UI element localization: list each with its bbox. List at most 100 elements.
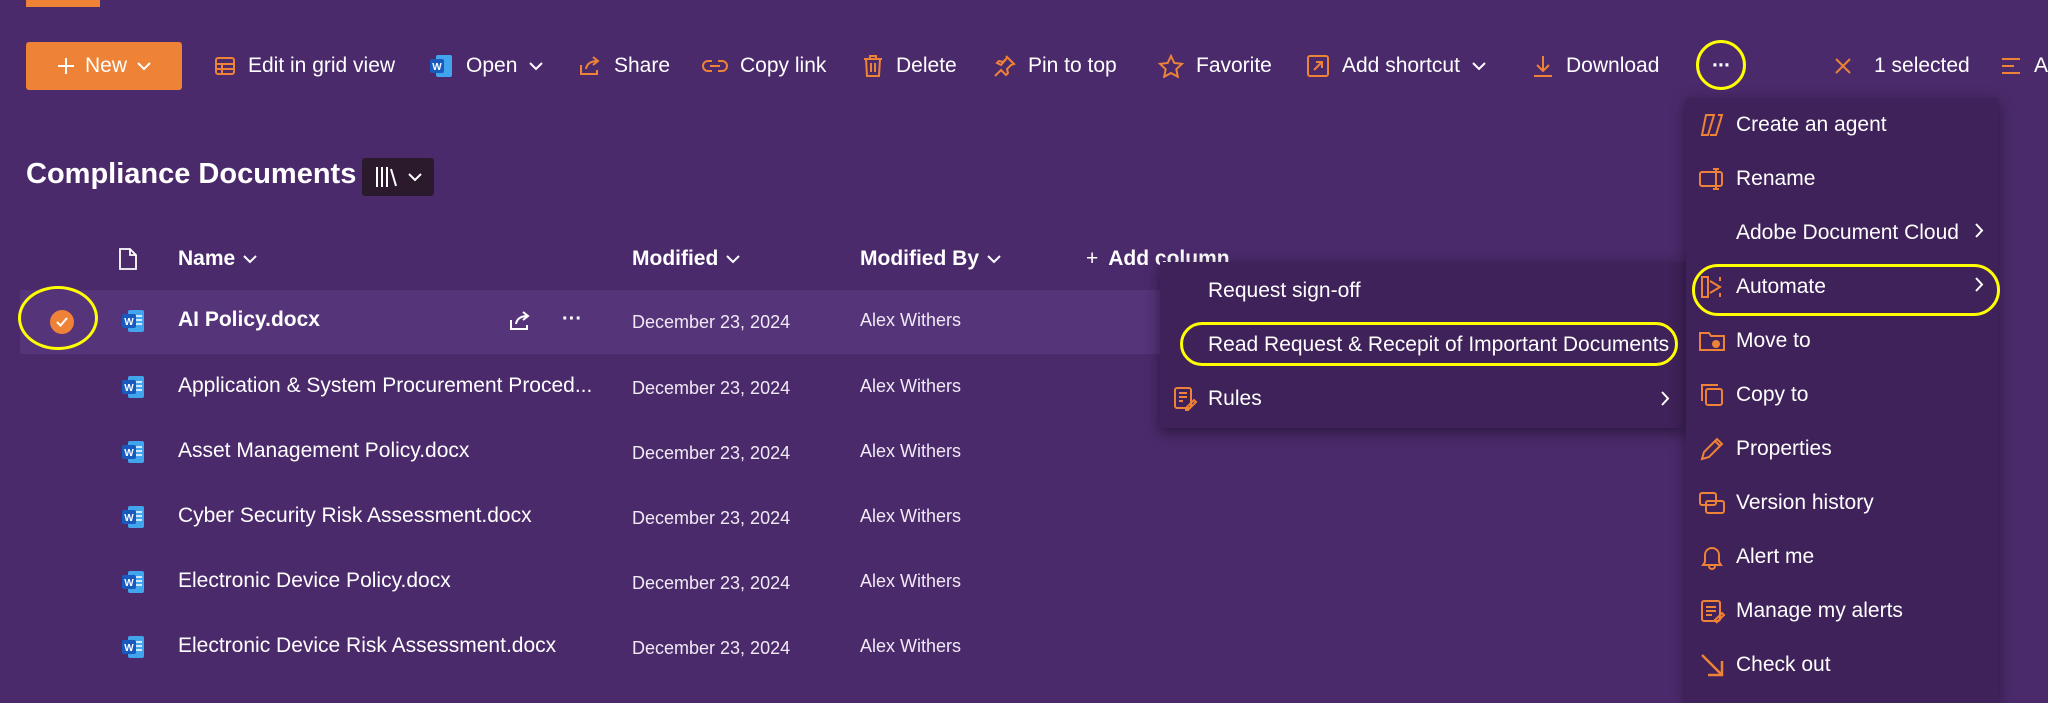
menu-item-check-out[interactable]: Check out <box>1686 638 1998 692</box>
modified-by-column-header[interactable]: Modified By <box>860 244 1001 274</box>
svg-text:W: W <box>124 317 134 328</box>
menu-item-manage-alerts[interactable]: Manage my alerts <box>1686 584 1998 638</box>
link-icon <box>702 60 728 72</box>
command-bar: New Edit in grid view W Open Share Copy … <box>0 38 2048 94</box>
close-icon <box>1835 58 1851 74</box>
file-type-header[interactable] <box>118 244 138 274</box>
modified-date: December 23, 2024 <box>632 312 791 332</box>
svg-text:W: W <box>124 513 134 524</box>
chevron-down-icon <box>726 254 741 263</box>
file-name-link[interactable]: Asset Management Policy.docx <box>178 439 469 463</box>
word-doc-icon: W <box>120 634 146 665</box>
chevron-down-icon <box>529 61 544 70</box>
file-name-link[interactable]: AI Policy.docx <box>178 308 320 332</box>
pin-to-top-button[interactable]: Pin to top <box>992 46 1117 86</box>
row-more-icon[interactable]: ··· <box>562 308 582 331</box>
pin-icon <box>994 55 1016 77</box>
library-icon <box>376 167 397 187</box>
download-button[interactable]: Download <box>1532 46 1659 86</box>
favorite-button[interactable]: Favorite <box>1158 46 1272 86</box>
chevron-down-icon <box>1472 61 1486 70</box>
modified-by: Alex Withers <box>860 506 962 526</box>
new-label: New <box>84 54 127 77</box>
menu-item-rename[interactable]: Rename <box>1686 152 1998 206</box>
submenu-item-rules[interactable]: Rules <box>1160 372 1686 426</box>
check-out-arrow-icon <box>1701 654 1724 677</box>
file-name-link[interactable]: Electronic Device Policy.docx <box>178 569 451 593</box>
menu-item-adobe-document-cloud[interactable]: Adobe Document Cloud <box>1686 206 1998 260</box>
file-name-link[interactable]: Electronic Device Risk Assessment.docx <box>178 634 556 658</box>
chevron-right-icon <box>1975 223 1984 238</box>
add-shortcut-button[interactable]: Add shortcut <box>1306 46 1486 86</box>
top-accent-bar <box>26 0 100 7</box>
file-name-link[interactable]: Application & System Procurement Proced.… <box>178 374 592 398</box>
trash-icon <box>864 55 882 77</box>
menu-item-move-to[interactable]: Move to <box>1686 314 1998 368</box>
edit-grid-view-button[interactable]: Edit in grid view <box>214 46 395 86</box>
chevron-down-icon <box>987 254 1001 263</box>
menu-item-alert-me[interactable]: Alert me <box>1686 530 1998 584</box>
plus-icon: + <box>1086 247 1099 270</box>
modified-date: December 23, 2024 <box>632 573 791 593</box>
rename-icon <box>1699 168 1723 190</box>
word-doc-icon: W <box>120 308 146 339</box>
svg-text:W: W <box>124 643 134 654</box>
chevron-down-icon <box>408 172 422 181</box>
page-title: Compliance Documents <box>26 158 357 190</box>
word-doc-icon: W <box>120 504 146 535</box>
rules-icon <box>1174 387 1198 411</box>
svg-text:W: W <box>124 448 134 459</box>
submenu-item-request-sign-off[interactable]: Request sign-off <box>1160 264 1686 318</box>
chevron-down-icon <box>137 61 151 70</box>
share-icon <box>580 56 600 75</box>
copy-link-button[interactable]: Copy link <box>702 46 826 86</box>
modified-date: December 23, 2024 <box>632 638 791 658</box>
chevron-right-icon <box>1661 391 1670 406</box>
shortcut-icon <box>1307 55 1329 77</box>
version-history-icon <box>1699 492 1725 514</box>
svg-text:W: W <box>124 578 134 589</box>
menu-item-create-agent[interactable]: Create an agent <box>1686 98 1998 152</box>
row-share-icon[interactable] <box>508 310 532 337</box>
chevron-down-icon <box>243 254 257 263</box>
modified-date: December 23, 2024 <box>632 508 791 528</box>
new-button[interactable]: New <box>26 42 182 90</box>
view-switcher-button[interactable] <box>362 158 434 196</box>
word-doc-icon: W <box>120 374 146 405</box>
table-row[interactable]: W AI Policy.docx ··· December 23, 2024 A… <box>20 290 1210 354</box>
open-button[interactable]: W Open <box>428 46 544 86</box>
modified-column-header[interactable]: Modified <box>632 244 741 274</box>
copilot-icon <box>1700 114 1724 136</box>
menu-item-copy-to[interactable]: Copy to <box>1686 368 1998 422</box>
flow-icon <box>1701 276 1722 298</box>
submenu-item-read-request[interactable]: Read Request & Recepit of Important Docu… <box>1160 318 1686 372</box>
name-column-header[interactable]: Name <box>178 244 257 274</box>
lines-icon <box>2002 58 2020 74</box>
modified-by: Alex Withers <box>860 571 962 591</box>
copy-icon <box>1701 384 1723 406</box>
pencil-icon <box>1700 437 1724 461</box>
overflow-button[interactable]: A <box>2000 46 2048 86</box>
modified-by: Alex Withers <box>860 376 962 396</box>
word-doc-icon: W <box>120 439 146 470</box>
share-button[interactable]: Share <box>578 46 670 86</box>
more-options-button[interactable]: ··· <box>1700 46 1742 86</box>
manage-alerts-icon <box>1701 600 1726 624</box>
star-icon <box>1158 54 1184 78</box>
modified-by: Alex Withers <box>860 636 962 656</box>
clear-selection-button[interactable]: 1 selected <box>1834 46 1970 86</box>
row-selected-checkmark-icon[interactable] <box>50 310 74 334</box>
folder-move-icon <box>1699 332 1725 351</box>
file-icon <box>119 248 137 270</box>
menu-item-properties[interactable]: Properties <box>1686 422 1998 476</box>
bell-icon <box>1701 547 1723 570</box>
ellipsis-icon: ··· <box>1712 54 1731 77</box>
modified-by: Alex Withers <box>860 310 962 330</box>
menu-item-version-history[interactable]: Version history <box>1686 476 1998 530</box>
download-icon <box>1534 56 1552 77</box>
delete-button[interactable]: Delete <box>862 46 957 86</box>
svg-text:W: W <box>124 383 134 394</box>
automate-submenu: Request sign-off Read Request & Recepit … <box>1160 262 1686 428</box>
menu-item-automate[interactable]: Automate <box>1686 260 1998 314</box>
file-name-link[interactable]: Cyber Security Risk Assessment.docx <box>178 504 532 528</box>
